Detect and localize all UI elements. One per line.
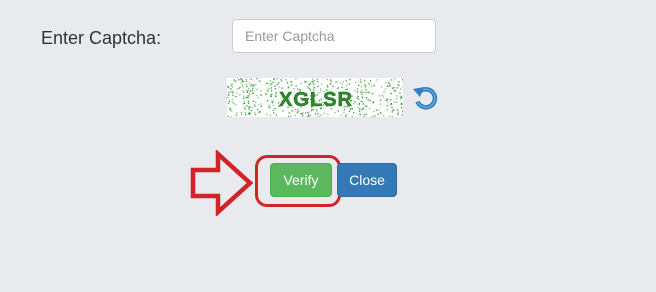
captcha-label: Enter Captcha:: [41, 28, 162, 48]
arrow-right-outline-icon: [190, 150, 254, 216]
captcha-input[interactable]: [232, 19, 436, 53]
captcha-image: XGLSR: [227, 78, 403, 117]
verify-button[interactable]: Verify: [270, 163, 332, 197]
captcha-text: XGLSR: [279, 89, 353, 111]
refresh-icon[interactable]: [411, 84, 441, 114]
close-button[interactable]: Close: [337, 163, 397, 197]
